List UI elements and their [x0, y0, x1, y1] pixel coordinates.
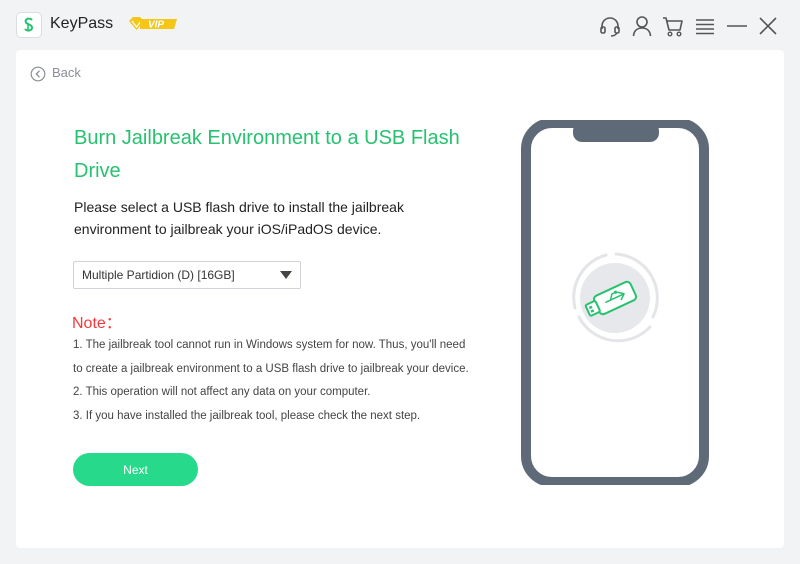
- note-title: Note：: [72, 315, 122, 332]
- headset-icon[interactable]: [598, 14, 622, 38]
- close-icon[interactable]: [756, 14, 780, 38]
- user-icon[interactable]: [630, 14, 654, 38]
- note-line: 1. The jailbreak tool cannot run in Wind…: [73, 339, 466, 351]
- note-line: 3. If you have installed the jailbreak t…: [73, 409, 421, 422]
- usb-drive-select[interactable]: Multiple Partidion (D) [16GB]: [73, 261, 301, 289]
- notes-list: 1. The jailbreak tool cannot run in Wind…: [73, 334, 503, 428]
- keypass-logo-icon: [16, 12, 42, 38]
- minimize-icon[interactable]: [725, 14, 749, 38]
- cart-icon[interactable]: [661, 14, 685, 38]
- back-arrow-icon: [30, 66, 46, 82]
- main-panel: Back Burn Jailbreak Environment to a USB…: [16, 50, 784, 548]
- vip-label: VIP: [148, 20, 164, 31]
- vip-badge[interactable]: VIP: [128, 16, 178, 32]
- menu-icon[interactable]: [693, 14, 717, 38]
- page-title: Burn Jailbreak Environment to a USB Flas…: [74, 127, 460, 182]
- back-label: Back: [52, 65, 81, 80]
- note-line: 2. This operation will not affect any da…: [73, 386, 371, 398]
- next-button[interactable]: Next: [73, 453, 198, 486]
- phone-illustration: [521, 118, 711, 487]
- app-name: KeyPass: [50, 15, 114, 32]
- dropdown-arrow-icon: [280, 271, 292, 279]
- title-bar: KeyPass VIP: [0, 0, 800, 50]
- page-description: Please select a USB flash drive to insta…: [74, 199, 404, 237]
- usb-drive-select-value: Multiple Partidion (D) [16GB]: [82, 268, 235, 282]
- note-line: to create a jailbreak environment to a U…: [73, 362, 469, 375]
